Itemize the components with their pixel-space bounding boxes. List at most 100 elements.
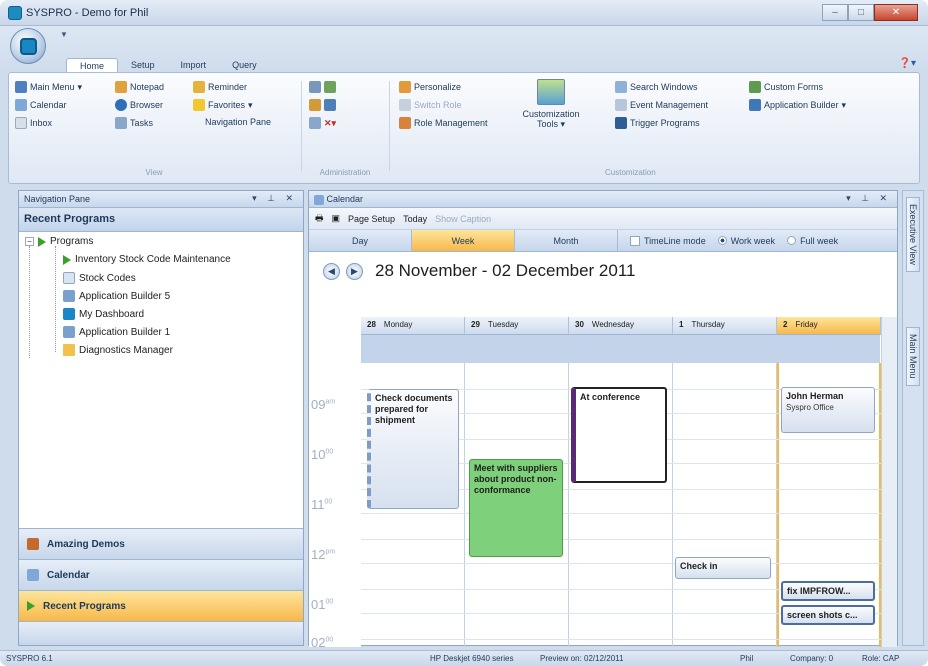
custom-forms-button[interactable]: Custom Forms (749, 81, 823, 93)
day-header-monday[interactable]: 28 Monday (361, 317, 465, 335)
day-column[interactable] (673, 363, 777, 647)
maximize-icon[interactable]: □ (848, 4, 874, 21)
appointment-at-conference[interactable]: At conference (571, 387, 667, 483)
personalize-button[interactable]: Personalize (399, 81, 461, 93)
tab-setup[interactable]: Setup (118, 58, 168, 73)
next-week-icon[interactable]: ▶ (346, 262, 363, 280)
appointment-check-documents[interactable]: Check documents prepared for shipment (367, 389, 459, 509)
calendar-scrollbar[interactable] (881, 317, 897, 647)
print-icon[interactable]: 🖶 (315, 211, 324, 227)
nav-bar-calendar[interactable]: Calendar (19, 559, 303, 590)
quick-access-dropdown-icon[interactable]: ▼ (60, 30, 68, 39)
delete-icon[interactable]: ✕▾ (324, 118, 336, 129)
executive-view-tab[interactable]: Executive View (906, 197, 920, 272)
radio-icon[interactable] (787, 236, 797, 245)
tree-item[interactable]: My Dashboard (63, 308, 144, 320)
administration-group-label: Administration (319, 168, 371, 177)
view-month-button[interactable]: Month (515, 230, 618, 251)
admin-tool-icon[interactable] (309, 117, 321, 129)
view-week-button[interactable]: Week (412, 230, 515, 251)
day-header-wednesday[interactable]: 30 Wednesday (569, 317, 673, 335)
work-week-option[interactable]: Work week (717, 230, 775, 251)
application-builder-button[interactable]: Application Builder ▾ (749, 99, 846, 111)
tree-line (29, 246, 30, 358)
admin-tool-icon[interactable] (324, 81, 336, 93)
program-run-icon (63, 254, 71, 265)
main-menu-button[interactable]: Main Menu ▾ (15, 81, 82, 93)
role-management-icon (399, 117, 411, 129)
browser-button[interactable]: Browser (115, 99, 163, 111)
reminder-button[interactable]: Reminder (193, 81, 247, 93)
minimize-icon[interactable]: – (822, 4, 848, 21)
today-button[interactable]: Today (403, 214, 427, 224)
admin-tool-icon[interactable] (324, 99, 336, 111)
day-header-tuesday[interactable]: 29 Tuesday (465, 317, 569, 335)
application-orb-button[interactable] (10, 28, 46, 64)
customization-tools-button[interactable]: Customization Tools ▾ (519, 79, 583, 130)
tab-query[interactable]: Query (219, 58, 270, 73)
switch-role-button[interactable]: Switch Role (399, 99, 462, 111)
syspro-app-icon[interactable] (8, 6, 22, 20)
preview-icon[interactable]: ▣ (332, 213, 341, 224)
tab-import[interactable]: Import (168, 58, 220, 73)
tasks-button[interactable]: Tasks (115, 117, 153, 129)
role-label: Role: CAP (862, 654, 900, 663)
navigation-pane-button[interactable]: Navigation Pane (205, 117, 271, 127)
demos-icon (27, 538, 39, 550)
inbox-icon (15, 117, 27, 129)
day-header-friday[interactable]: 2 Friday (777, 317, 881, 335)
event-management-button[interactable]: Event Management (615, 99, 708, 111)
appointment-john-herman[interactable]: John Herman Syspro Office (781, 387, 875, 433)
notepad-button[interactable]: Notepad (115, 81, 164, 93)
tree-item[interactable]: Application Builder 5 (63, 290, 170, 302)
all-day-strip[interactable] (361, 335, 881, 363)
admin-tool-icon[interactable] (309, 99, 321, 111)
search-windows-button[interactable]: Search Windows (615, 81, 698, 93)
tree-item[interactable]: Diagnostics Manager (63, 344, 173, 356)
pane-controls[interactable]: ▾ ⊥ ✕ (846, 193, 891, 204)
page-setup-button[interactable]: Page Setup (348, 214, 395, 224)
tab-home[interactable]: Home (66, 58, 119, 73)
radio-selected-icon[interactable] (717, 236, 727, 245)
calendar-button[interactable]: Calendar (15, 99, 67, 111)
tree-node-programs[interactable]: − Programs (25, 236, 93, 247)
appointment-check-in[interactable]: Check in (675, 557, 771, 579)
trigger-programs-icon (615, 117, 627, 129)
appointment-fix-impfrow[interactable]: fix IMPFROW... (781, 581, 875, 601)
tree-item[interactable]: Stock Codes (63, 272, 136, 284)
favorites-button[interactable]: Favorites ▾ (193, 99, 253, 111)
day-header-thursday[interactable]: 1 Thursday (673, 317, 777, 335)
ribbon: Main Menu ▾ Calendar Inbox Notepad Browse… (8, 72, 920, 184)
tree-item[interactable]: Application Builder 1 (63, 326, 170, 338)
timeline-mode-option[interactable]: TimeLine mode (630, 230, 706, 251)
main-menu-tab[interactable]: Main Menu (906, 327, 920, 386)
preview-date-label: Preview on: 02/12/2011 (540, 654, 624, 663)
calendar-icon (15, 99, 27, 111)
close-icon[interactable]: ✕ (874, 4, 918, 21)
nav-bar-overflow[interactable] (19, 621, 303, 645)
full-week-option[interactable]: Full week (787, 230, 838, 251)
checkbox-icon[interactable] (630, 235, 640, 246)
pane-controls[interactable]: ▾ ⊥ ✕ (252, 193, 297, 204)
syspro-logo-icon (20, 38, 37, 55)
nav-bar-amazing-demos[interactable]: Amazing Demos (19, 528, 303, 559)
inbox-button[interactable]: Inbox (15, 117, 52, 129)
view-day-button[interactable]: Day (309, 230, 412, 251)
calendar-pane: Calendar ▾ ⊥ ✕ 🖶 ▣ Page Setup Today Show… (308, 190, 898, 650)
program-tree: − Programs Inventory Stock Code Maintenan… (19, 232, 303, 502)
help-icon[interactable]: ❓▾ (899, 58, 916, 69)
view-group: Main Menu ▾ Calendar Inbox Notepad Browse… (9, 77, 299, 181)
show-caption-button[interactable]: Show Caption (435, 214, 491, 224)
tree-item[interactable]: Inventory Stock Code Maintenance (63, 254, 231, 265)
date-range-title: 28 November - 02 December 2011 (375, 261, 636, 280)
previous-week-icon[interactable]: ◀ (323, 262, 340, 280)
calendar-icon (314, 194, 324, 205)
appointment-meet-suppliers[interactable]: Meet with suppliers about product non-co… (469, 459, 563, 557)
trigger-programs-button[interactable]: Trigger Programs (615, 117, 700, 129)
navigation-pane-header: Navigation Pane ▾ ⊥ ✕ (19, 191, 303, 208)
collapse-icon[interactable]: − (25, 237, 34, 246)
nav-bar-recent-programs[interactable]: Recent Programs (19, 590, 303, 621)
admin-tool-icon[interactable] (309, 81, 321, 93)
appointment-screen-shots[interactable]: screen shots c... (781, 605, 875, 625)
role-management-button[interactable]: Role Management (399, 117, 488, 129)
